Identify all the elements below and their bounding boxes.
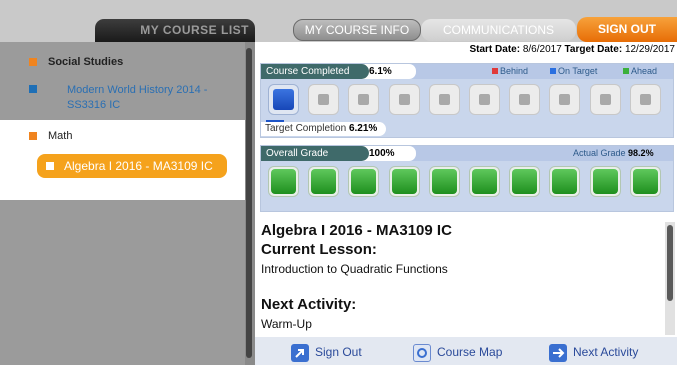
next-activity-button[interactable]: Next Activity — [549, 342, 638, 362]
actual-grade-value: 98.2% — [628, 148, 654, 158]
course-item-modern-world-history[interactable]: Modern World History 2014 - SS3316 IC — [40, 83, 230, 113]
segment-filled — [589, 166, 621, 197]
completed-value: 6.1% — [361, 64, 416, 79]
sidebar-header: MY COURSE LIST — [0, 0, 255, 42]
segment-empty — [549, 84, 581, 115]
action-bar: Sign Out Course Map Next Activity — [255, 337, 677, 365]
course-list-sidebar: MY COURSE LIST Social Studies Modern Wor… — [0, 0, 255, 365]
legend-swatch — [550, 68, 556, 74]
segment-empty — [428, 84, 460, 115]
segment-filled — [428, 166, 460, 197]
main-header: MY COURSE INFO COMMUNICATIONS SIGN OUT — [255, 0, 677, 42]
segment-filled — [268, 166, 299, 197]
current-lesson-label: Current Lesson: — [261, 241, 377, 258]
legend-swatch — [623, 68, 629, 74]
segment-filled — [388, 166, 420, 197]
info-scrollbar-thumb[interactable] — [667, 225, 673, 301]
target-date-value: 12/29/2017 — [624, 44, 675, 55]
segment-empty — [388, 84, 420, 115]
course-completed-panel: 6.1% Course Completed Behind On Target A… — [260, 63, 674, 138]
next-activity-value: Warm-Up — [261, 317, 312, 331]
segment-empty — [308, 84, 340, 115]
course-dates: Start Date: 8/6/2017 Target Date: 12/29/… — [469, 44, 675, 55]
panel-header: 6.1% Course Completed Behind On Target A… — [261, 64, 673, 79]
course-info-main: MY COURSE INFO COMMUNICATIONS SIGN OUT S… — [255, 0, 677, 365]
course-group-social-studies: Social Studies Modern World History 2014… — [0, 42, 245, 120]
legend-on-target: On Target — [550, 66, 597, 76]
target-completion-value: 6.21% — [348, 123, 378, 134]
overall-grade-panel: 100% Overall Grade Actual Grade 98.2% — [260, 145, 674, 212]
segment-empty — [348, 84, 380, 115]
segment-filled — [308, 166, 340, 197]
course-map-button[interactable]: Course Map — [413, 342, 502, 362]
sign-out-tab-button[interactable]: SIGN OUT — [577, 17, 677, 42]
arrow-right-icon — [549, 343, 567, 362]
completed-label: Course Completed — [261, 64, 369, 79]
course-list: Social Studies Modern World History 2014… — [0, 42, 255, 365]
map-icon — [413, 343, 431, 362]
segment-empty — [629, 84, 661, 115]
segment-empty — [589, 84, 621, 115]
tab-communications[interactable]: COMMUNICATIONS — [421, 19, 576, 41]
segment-filled — [549, 166, 581, 197]
actual-grade: Actual Grade 98.2% — [573, 148, 654, 158]
actual-grade-label: Actual Grade — [573, 148, 626, 158]
sidebar-scrollbar-thumb[interactable] — [246, 48, 252, 358]
start-date-label: Start Date: — [469, 44, 521, 55]
segment-empty — [469, 84, 500, 115]
current-lesson-value: Introduction to Quadratic Functions — [261, 262, 448, 276]
legend-swatch — [492, 68, 498, 74]
overall-grade-value: 100% — [361, 146, 416, 161]
segment-filled — [509, 166, 541, 197]
subject-label: Social Studies — [48, 56, 124, 68]
subject-label: Math — [48, 130, 73, 142]
overall-grade-label: Overall Grade — [261, 146, 369, 161]
segment-filled — [348, 166, 380, 197]
course-item-algebra-selected[interactable]: Algebra I 2016 - MA3109 IC — [37, 154, 227, 178]
segment-empty — [509, 84, 541, 115]
subject-color-marker — [29, 58, 37, 66]
sign-out-button[interactable]: Sign Out — [291, 342, 362, 362]
legend-ahead: Ahead — [623, 66, 657, 76]
tab-my-course-list[interactable]: MY COURSE LIST — [95, 19, 255, 42]
target-date-label: Target Date: — [564, 44, 623, 55]
legend-behind: Behind — [492, 66, 528, 76]
next-activity-label: Next Activity: — [261, 296, 357, 313]
next-activity-label: Next Activity — [573, 345, 639, 359]
sign-out-icon — [291, 343, 309, 362]
segment-filled — [629, 166, 661, 197]
course-group-math: Math Algebra I 2016 - MA3109 IC — [0, 120, 245, 200]
course-title: Algebra I 2016 - MA3109 IC — [261, 222, 452, 239]
course-label: Algebra I 2016 - MA3109 IC — [64, 159, 213, 173]
segment-filled — [268, 84, 299, 115]
start-date-value: 8/6/2017 — [522, 44, 562, 55]
panel-header: 100% Overall Grade Actual Grade 98.2% — [261, 146, 673, 161]
course-color-marker — [46, 162, 54, 170]
sign-out-label: Sign Out — [315, 345, 362, 359]
target-completion-label: Target Completion — [265, 123, 347, 134]
tab-my-course-info[interactable]: MY COURSE INFO — [293, 19, 421, 41]
course-color-marker — [29, 85, 37, 93]
course-label: Modern World History 2014 - SS3316 IC — [67, 84, 208, 111]
course-map-label: Course Map — [437, 345, 503, 359]
segment-filled — [469, 166, 500, 197]
target-completion: Target Completion 6.21% — [261, 122, 386, 136]
subject-color-marker — [29, 132, 37, 140]
